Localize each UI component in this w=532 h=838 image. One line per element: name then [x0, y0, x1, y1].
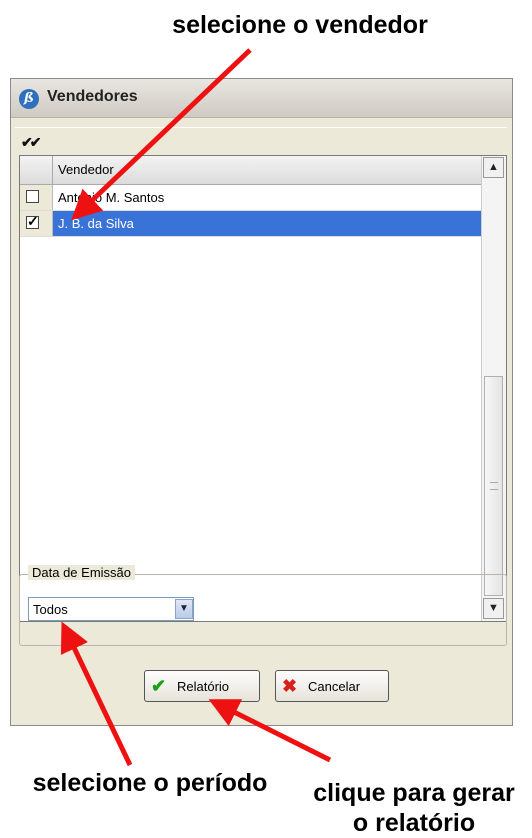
annotation-line-2: o relatório: [352, 809, 476, 837]
annotation-generate-report: clique para gerar o relatório: [298, 778, 530, 838]
annotation-arrows: [60, 48, 332, 767]
arrow-to-seller-list: [71, 48, 252, 221]
annotation-line-1: clique para gerar: [313, 779, 515, 807]
arrow-to-report-button: [208, 699, 332, 763]
annotation-select-period: selecione o período: [32, 769, 268, 797]
arrow-to-period-select: [60, 621, 133, 767]
